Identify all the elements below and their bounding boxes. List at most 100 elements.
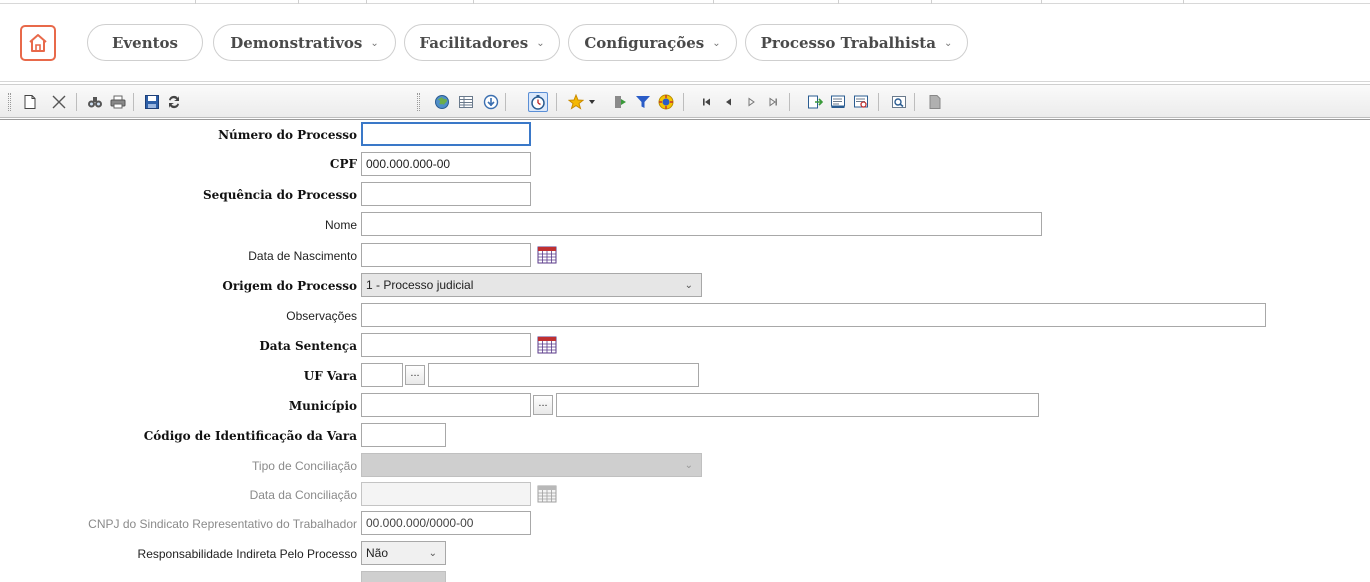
menu-facilitadores-label: Facilitadores <box>419 33 529 52</box>
municipio-lookup-button[interactable]: ... <box>533 395 553 415</box>
toolbar-grip[interactable] <box>417 93 420 111</box>
menu-eventos-label: Eventos <box>112 33 178 52</box>
chevron-down-icon: ⌄ <box>536 38 545 49</box>
toolbar-separator <box>789 93 790 111</box>
menu-facilitadores[interactable]: Facilitadores ⌄ <box>404 24 560 61</box>
blank-page-button[interactable] <box>925 92 945 112</box>
caret-down-icon <box>589 100 595 104</box>
info-button[interactable] <box>481 92 501 112</box>
find-icon <box>88 97 102 108</box>
calendar-icon[interactable] <box>537 246 557 264</box>
previous-record-icon <box>726 98 731 106</box>
new-button[interactable] <box>20 92 40 112</box>
favorite-icon <box>568 94 584 110</box>
cpf-label: CPF <box>329 157 357 171</box>
tipo-conciliacao-select: ⌄ <box>361 453 702 477</box>
nome-input[interactable] <box>361 212 1042 236</box>
favorite-dropdown[interactable] <box>586 92 598 112</box>
next-record-button[interactable] <box>741 92 761 112</box>
uf-vara-code-input[interactable] <box>361 363 403 387</box>
numero-processo-label: Número do Processo <box>218 128 357 142</box>
next-field-partial <box>361 571 446 582</box>
print-button[interactable] <box>108 92 128 112</box>
last-record-button[interactable] <box>763 92 783 112</box>
chevron-down-icon: ⌄ <box>943 38 953 49</box>
municipio-code-input[interactable] <box>361 393 531 417</box>
find-button[interactable] <box>85 92 105 112</box>
codigo-vara-input[interactable] <box>361 423 446 447</box>
uf-vara-description-input[interactable] <box>428 363 699 387</box>
filter-icon <box>636 96 650 108</box>
numero-processo-input[interactable] <box>361 122 531 146</box>
refresh-icon <box>169 95 179 109</box>
menu-demonstrativos-label: Demonstrativos <box>230 33 363 52</box>
uf-vara-label: UF Vara <box>303 369 357 383</box>
save-button[interactable] <box>142 92 162 112</box>
grid-view-icon <box>459 96 473 108</box>
chevron-down-icon: ⌄ <box>428 547 437 559</box>
menu-eventos[interactable]: Eventos <box>87 24 203 61</box>
data-nascimento-input[interactable] <box>361 243 531 267</box>
toolbar <box>0 84 1370 118</box>
globe-icon <box>435 95 449 109</box>
observacoes-input[interactable] <box>361 303 1266 327</box>
delete-icon <box>52 95 66 109</box>
chevron-down-icon: ⌄ <box>684 459 693 471</box>
process-form: Número do Processo CPF Sequência do Proc… <box>0 119 1370 582</box>
globe-button[interactable] <box>432 92 452 112</box>
uf-vara-lookup-button[interactable]: ... <box>405 365 425 385</box>
home-button[interactable] <box>20 25 56 61</box>
origem-processo-label: Origem do Processo <box>222 279 357 293</box>
toolbar-separator <box>914 93 915 111</box>
toolbar-separator <box>505 93 506 111</box>
toolbar-separator <box>76 93 77 111</box>
chevron-down-icon: ⌄ <box>684 279 693 291</box>
favorite-button[interactable] <box>566 92 586 112</box>
preview-icon <box>892 96 906 108</box>
new-document-icon <box>24 95 36 109</box>
origem-processo-value: 1 - Processo judicial <box>366 278 474 292</box>
chevron-down-icon: ⌄ <box>370 38 379 49</box>
refresh-button[interactable] <box>164 92 184 112</box>
report-button[interactable] <box>828 92 848 112</box>
data-conciliacao-input <box>361 482 531 506</box>
cpf-input[interactable] <box>361 152 531 176</box>
preview-button[interactable] <box>889 92 909 112</box>
export-button[interactable] <box>805 92 825 112</box>
calendar-icon <box>537 485 557 503</box>
export-icon <box>808 95 823 109</box>
tipo-conciliacao-label: Tipo de Conciliação <box>252 459 357 473</box>
chevron-down-icon: ⌄ <box>712 38 721 49</box>
report-alt-button[interactable] <box>851 92 871 112</box>
help-button[interactable] <box>656 92 676 112</box>
menu-processo-trabalhista-label: Processo Trabalhista <box>760 33 936 52</box>
calendar-icon[interactable] <box>537 336 557 354</box>
first-record-button[interactable] <box>697 92 717 112</box>
grid-view-button[interactable] <box>456 92 476 112</box>
previous-record-button[interactable] <box>719 92 739 112</box>
data-sentenca-label: Data Sentença <box>259 339 357 353</box>
app-window: Eventos Demonstrativos ⌄ Facilitadores ⌄ C… <box>0 0 1370 582</box>
data-sentenca-input[interactable] <box>361 333 531 357</box>
toolbar-separator <box>133 93 134 111</box>
cnpj-sindicato-input[interactable] <box>361 511 531 535</box>
print-icon <box>110 95 126 109</box>
menu-processo-trabalhista[interactable]: Processo Trabalhista ⌄ <box>745 24 968 61</box>
toolbar-grip[interactable] <box>8 93 11 111</box>
data-nascimento-label: Data de Nascimento <box>248 249 357 263</box>
filter-button[interactable] <box>633 92 653 112</box>
sequencia-processo-input[interactable] <box>361 182 531 206</box>
municipio-label: Município <box>288 399 357 413</box>
origem-processo-select[interactable]: 1 - Processo judicial ⌄ <box>361 273 702 297</box>
responsabilidade-indireta-select[interactable]: Não ⌄ <box>361 541 446 565</box>
main-navigation: Eventos Demonstrativos ⌄ Facilitadores ⌄ C… <box>0 4 1370 82</box>
menu-demonstrativos[interactable]: Demonstrativos ⌄ <box>213 24 396 61</box>
exit-button[interactable] <box>610 92 630 112</box>
menu-configuracoes[interactable]: Configurações ⌄ <box>568 24 737 61</box>
municipio-description-input[interactable] <box>556 393 1039 417</box>
timer-icon <box>531 95 545 110</box>
save-icon <box>145 95 159 109</box>
delete-button[interactable] <box>49 92 69 112</box>
last-record-icon <box>769 97 777 107</box>
timer-button[interactable] <box>528 92 548 112</box>
